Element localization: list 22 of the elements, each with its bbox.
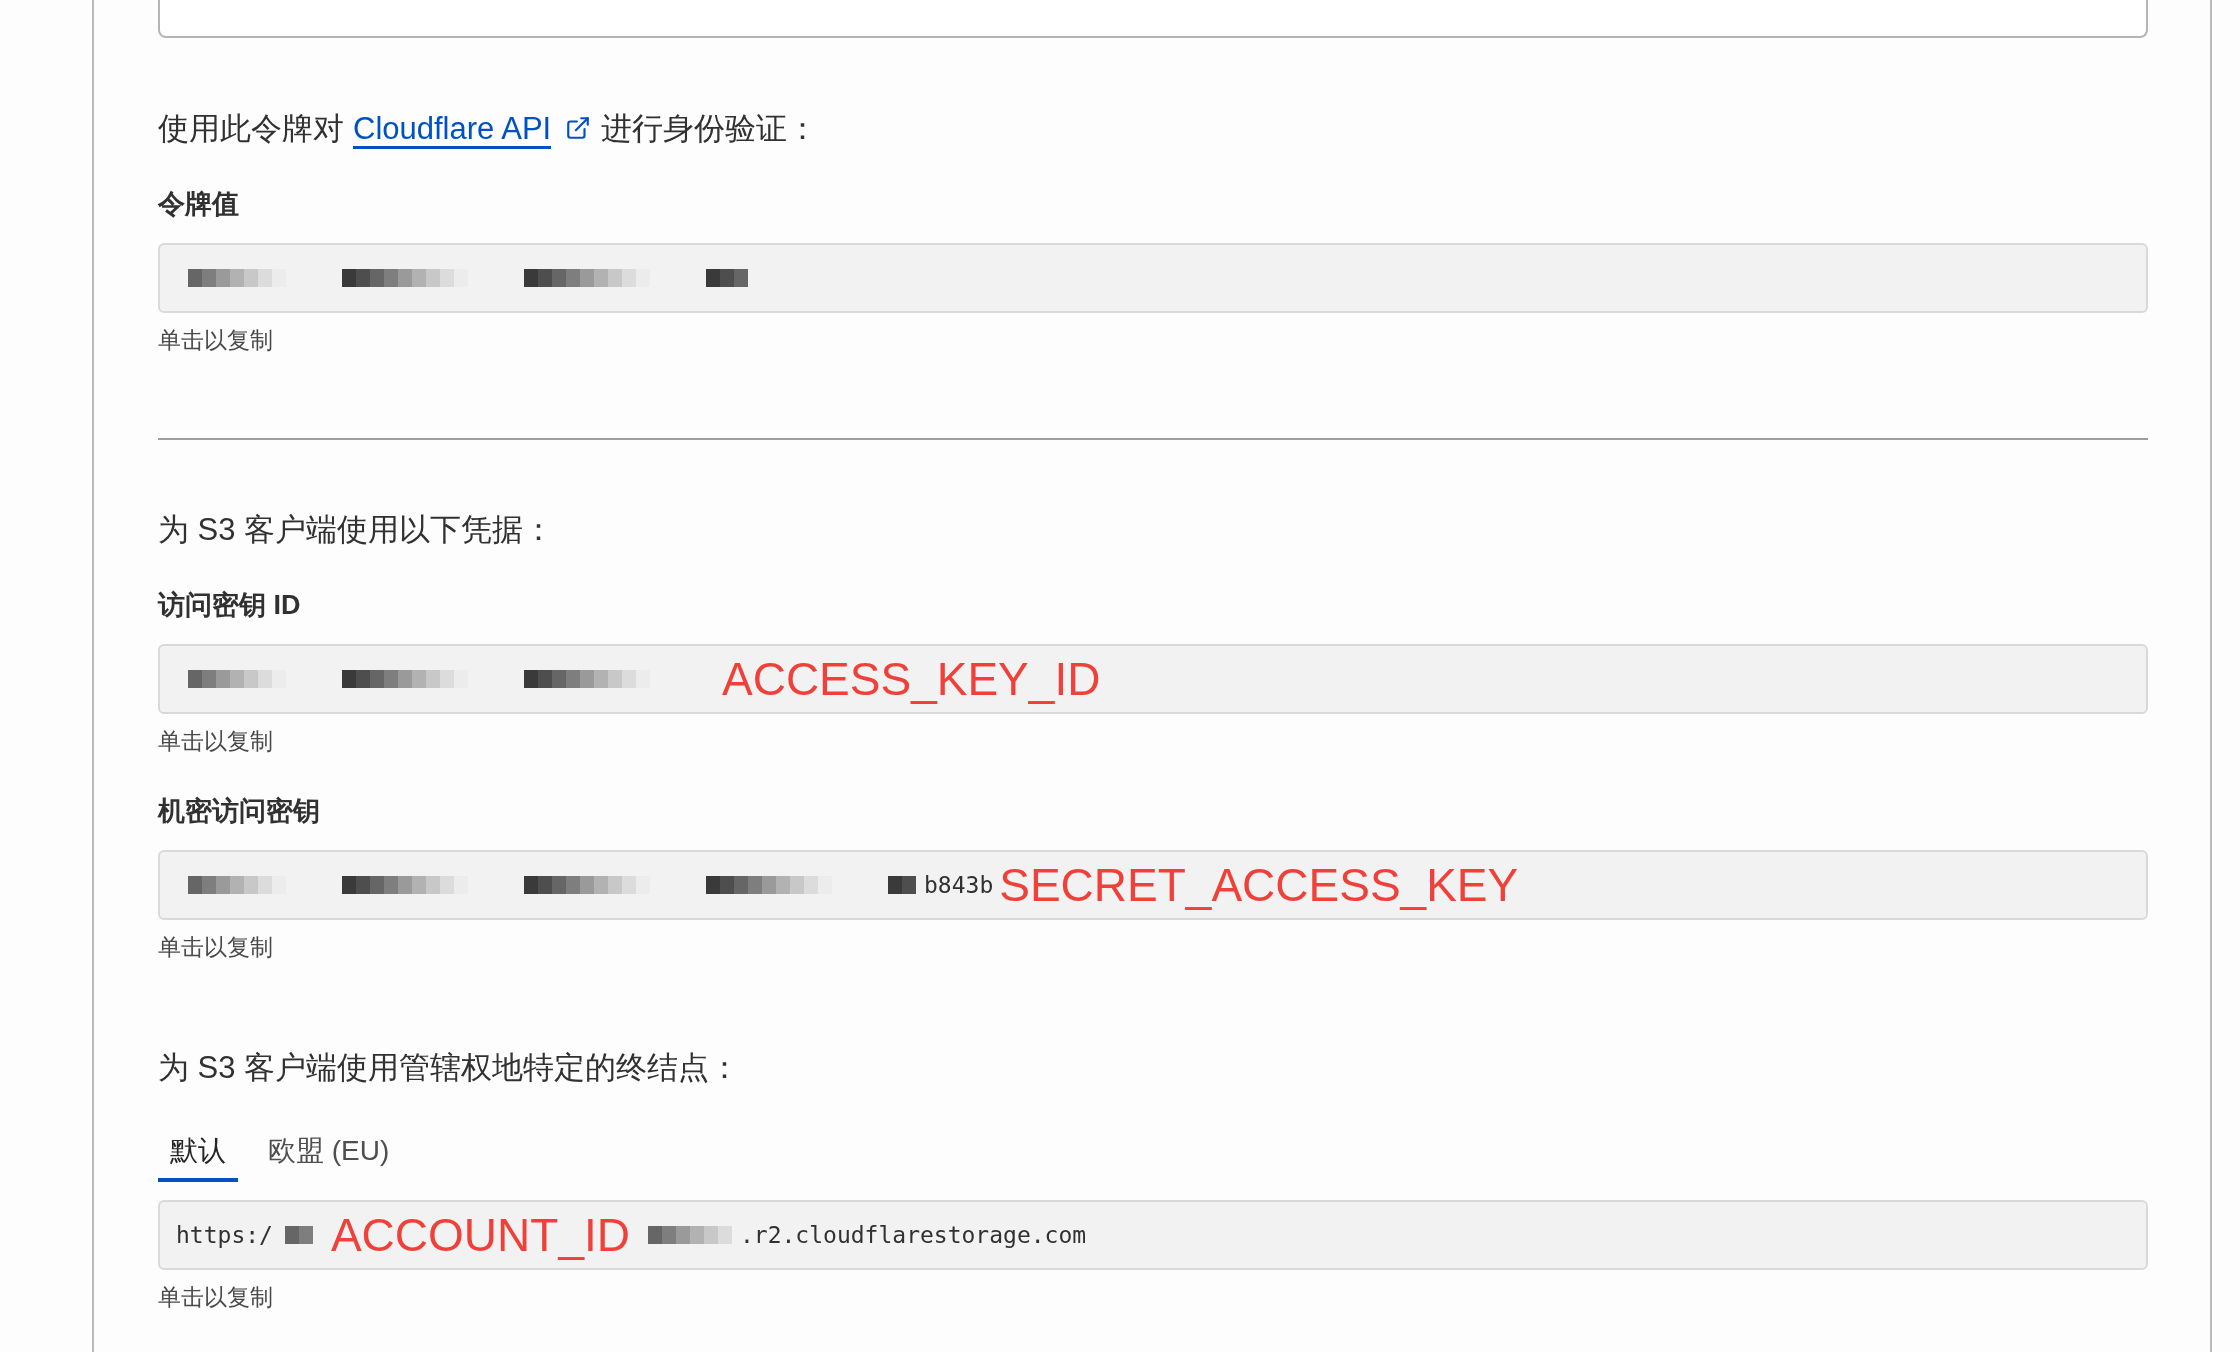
instruction-text: 使用此令牌对 Cloudflare API 进行身份验证： [158, 107, 819, 151]
annotation-label: SECRET_ACCESS_KEY [999, 859, 1519, 911]
copy-hint: 单击以复制 [158, 727, 273, 756]
copy-hint: 单击以复制 [158, 933, 273, 962]
external-link-icon[interactable] [565, 115, 592, 141]
field-label: 访问密钥 ID [158, 589, 301, 622]
copy-hint: 单击以复制 [158, 326, 273, 355]
instruction-text: 为 S3 客户端使用以下凭据： [158, 511, 555, 549]
annotation-label: ACCOUNT_ID [330, 1209, 630, 1261]
copy-field[interactable] [158, 243, 2148, 313]
field-label: 令牌值 [158, 188, 239, 221]
field-value-text: https:/ [176, 1221, 273, 1250]
copy-hint: 单击以复制 [158, 1283, 273, 1312]
field-value-text: .r2.cloudflarestorage.com [739, 1221, 1087, 1250]
annotation-label: ACCESS_KEY_ID [722, 653, 1101, 705]
field-value-text: b843b [924, 871, 994, 900]
field-label: 机密访问密钥 [158, 795, 320, 828]
endpoint-tab[interactable]: 默认 [158, 1131, 238, 1182]
api-doc-link[interactable]: Cloudflare API [353, 111, 552, 149]
instruction-text: 为 S3 客户端使用管辖权地特定的终结点： [158, 1049, 741, 1087]
endpoint-tab[interactable]: 欧盟 (EU) [256, 1131, 402, 1182]
copy-field[interactable]: https:/ ACCOUNT_ID .r2.cloudflarestorage.com [158, 1200, 2148, 1270]
